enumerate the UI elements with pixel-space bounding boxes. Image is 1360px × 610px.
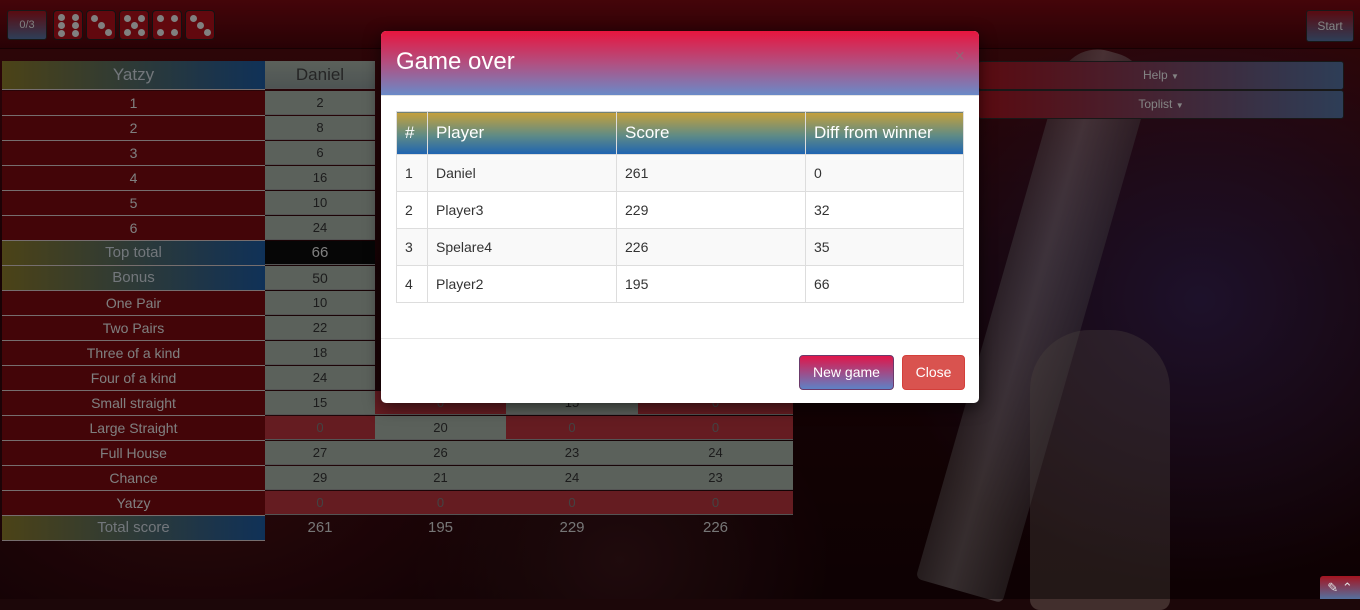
table-row: 4 Player2 195 66 [396, 265, 964, 303]
player-cell: Spelare4 [427, 228, 617, 266]
column-header-score: Score [616, 111, 806, 155]
modal-header: Game over × [381, 31, 979, 96]
results-header-row: # Player Score Diff from winner [396, 111, 964, 155]
diff-cell: 35 [805, 228, 964, 266]
score-cell: 229 [616, 191, 806, 229]
modal-footer: New game Close [381, 338, 979, 403]
chevron-up-icon[interactable]: ⌃ [1342, 580, 1353, 595]
rank-cell: 1 [396, 154, 428, 192]
player-cell: Player3 [427, 191, 617, 229]
table-row: 3 Spelare4 226 35 [396, 228, 964, 266]
new-game-button[interactable]: New game [799, 355, 894, 390]
close-button[interactable]: Close [902, 355, 965, 390]
table-row: 2 Player3 229 32 [396, 191, 964, 229]
column-header-player: Player [427, 111, 617, 155]
column-header-rank: # [396, 111, 428, 155]
pencil-icon[interactable]: ✎ [1327, 580, 1338, 595]
game-over-modal: Game over × # Player Score Diff from win… [381, 31, 979, 403]
diff-cell: 66 [805, 265, 964, 303]
score-cell: 226 [616, 228, 806, 266]
rank-cell: 2 [396, 191, 428, 229]
column-header-diff: Diff from winner [805, 111, 964, 155]
player-cell: Player2 [427, 265, 617, 303]
table-row: 1 Daniel 261 0 [396, 154, 964, 192]
modal-title: Game over [396, 48, 515, 75]
player-cell: Daniel [427, 154, 617, 192]
results-table: # Player Score Diff from winner 1 Daniel… [396, 111, 964, 303]
score-cell: 261 [616, 154, 806, 192]
close-icon[interactable]: × [954, 46, 965, 67]
score-cell: 195 [616, 265, 806, 303]
corner-toolbar[interactable]: ✎ ⌃ [1320, 576, 1360, 599]
rank-cell: 3 [396, 228, 428, 266]
rank-cell: 4 [396, 265, 428, 303]
diff-cell: 0 [805, 154, 964, 192]
diff-cell: 32 [805, 191, 964, 229]
